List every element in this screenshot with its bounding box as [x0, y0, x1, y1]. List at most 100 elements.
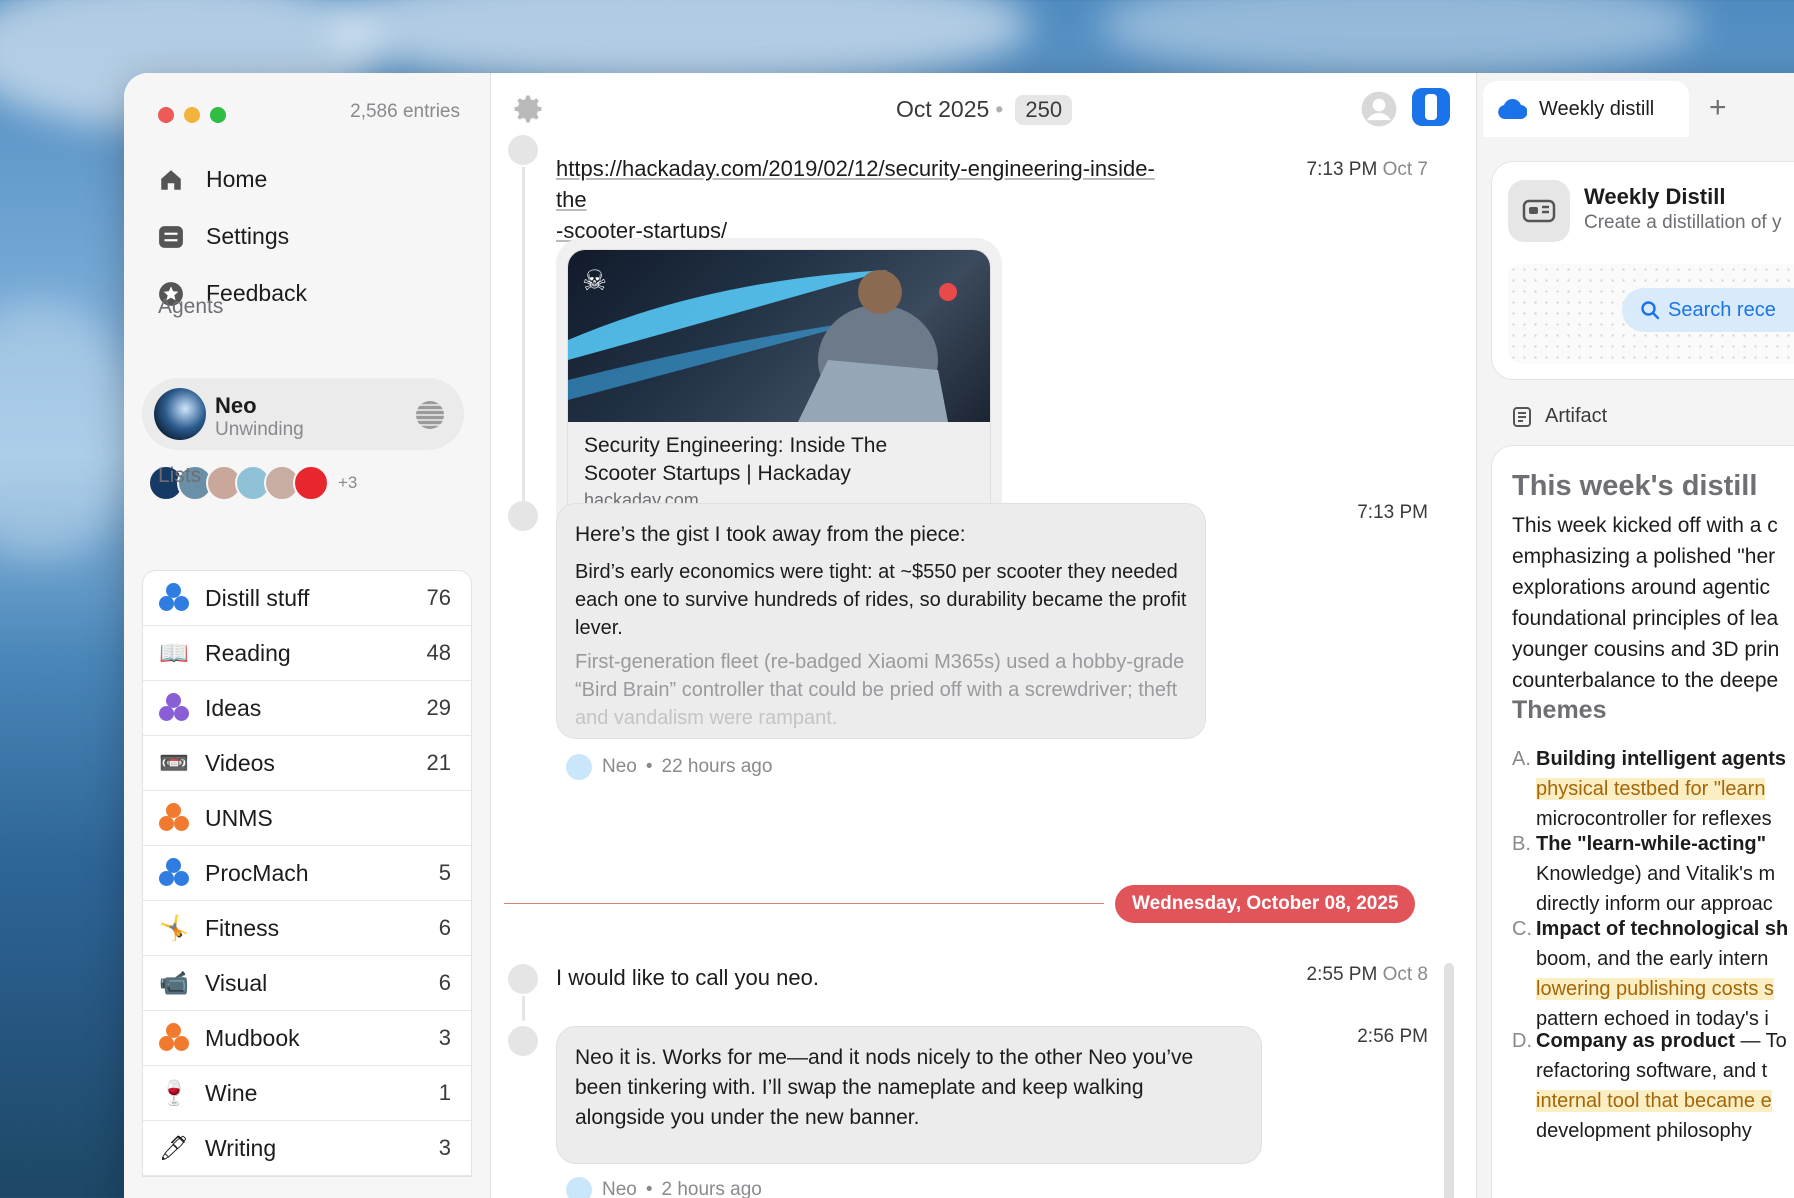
message-meta: Neo • 22 hours ago	[566, 754, 772, 780]
more-agents-count[interactable]: +3	[338, 473, 357, 493]
paragraph-line: “Bird Brain” controller that could be pr…	[575, 679, 1178, 701]
timeline-line	[522, 996, 525, 1021]
scrollbar[interactable]	[1444, 963, 1454, 1198]
purple-dots-icon	[157, 691, 191, 725]
nav-home[interactable]: Home	[158, 151, 307, 208]
cloud-icon	[1498, 99, 1527, 120]
list-item-unms[interactable]: UNMS	[143, 791, 471, 846]
search-label: Search rece	[1668, 298, 1776, 321]
videocassette-icon: 📼	[159, 749, 189, 777]
author-name: Neo	[602, 756, 637, 777]
right-panel: Weekly distill + Weekly Distill Create a…	[1476, 73, 1794, 1198]
time-text: 7:13 PM	[1306, 159, 1378, 180]
agent-neo[interactable]: Neo Unwinding	[142, 378, 464, 450]
app-window: 2,586 entries Home Settings Feedback Age…	[124, 73, 1794, 1198]
panel-toggle-button[interactable]	[1412, 88, 1450, 126]
list-item-mudbook[interactable]: Mudbook 3	[143, 1011, 471, 1066]
theme-item: A. Building intelligent agents physical …	[1512, 744, 1794, 834]
profile-icon[interactable]	[1360, 90, 1398, 128]
list-count: 21	[426, 750, 451, 775]
chat-count-badge: 250	[1015, 95, 1073, 125]
author-name: Neo	[602, 1179, 637, 1198]
orange-dots-icon	[157, 1021, 191, 1055]
message-time: 2:55 PM Oct 8	[1307, 964, 1428, 986]
preview-image: ☠	[568, 250, 990, 422]
time-text: 2:55 PM	[1306, 964, 1378, 985]
theme-title: Company as product	[1536, 1030, 1735, 1052]
list-count: 3	[438, 1135, 451, 1160]
list-item-visual[interactable]: 📹 Visual 6	[143, 956, 471, 1011]
list-count: 3	[438, 1025, 451, 1050]
minimize-window-button[interactable]	[184, 107, 200, 123]
list-label: Writing	[205, 1134, 277, 1161]
avatar[interactable]	[293, 465, 329, 501]
message-line: alongside you under the new banner.	[575, 1106, 920, 1129]
nav-settings[interactable]: Settings	[158, 208, 307, 265]
artifact-text: Artifact	[1545, 405, 1608, 427]
list-item-reading[interactable]: 📖 Reading 48	[143, 626, 471, 681]
message-paragraph-faded: First-generation fleet (re-badged Xiaomi…	[575, 648, 1187, 732]
theme-item: B. The "learn-while-acting" Knowledge) a…	[1512, 829, 1794, 919]
mailbox-icon	[1508, 180, 1570, 242]
list-item-writing[interactable]: 🖊 Writing 3	[143, 1121, 471, 1176]
preview-illustration: ☠	[568, 264, 957, 422]
list-item-videos[interactable]: 📼 Videos 21	[143, 736, 471, 791]
theme-marker: B.	[1512, 833, 1531, 855]
theme-highlight: lowering publishing costs s	[1536, 978, 1774, 1000]
home-icon	[161, 169, 181, 190]
list-count: 1	[438, 1080, 451, 1105]
agents-heading: Agents	[158, 295, 224, 318]
link-preview-card[interactable]: ☠ Security Engineering: Inside The Scoote…	[556, 238, 1002, 539]
theme-line: refactoring software, and t	[1536, 1060, 1768, 1082]
timeline-dot	[508, 964, 538, 994]
user-message[interactable]: I would like to call you neo.	[556, 962, 819, 993]
chat-month: Oct 2025	[895, 96, 990, 122]
blue-dots-icon	[157, 581, 191, 615]
sidebar-toggle-icon	[1425, 94, 1437, 120]
zoom-window-button[interactable]	[210, 107, 226, 123]
date-divider: Wednesday, October 08, 2025	[1115, 885, 1416, 923]
timeline-dot	[508, 1026, 538, 1056]
assistant-message[interactable]: Here’s the gist I took away from the pie…	[556, 503, 1206, 739]
assistant-message[interactable]: Neo it is. Works for me—and it nods nice…	[556, 1026, 1262, 1164]
preview-title: Security Engineering: Inside The Scooter …	[568, 422, 990, 488]
link-line[interactable]: https://hackaday.com/2019/02/12/security…	[556, 153, 1176, 215]
tab-label: Weekly distill	[1539, 97, 1655, 120]
camera-icon: 📹	[159, 969, 189, 997]
list-label: Mudbook	[205, 1024, 300, 1051]
cartwheel-icon: 🤸	[159, 914, 189, 942]
list-item-distill-stuff[interactable]: Distill stuff 76	[143, 571, 471, 626]
tab-weekly-distill[interactable]: Weekly distill	[1483, 81, 1689, 137]
time-text: 2:56 PM	[1357, 1026, 1428, 1047]
orange-dots-icon	[157, 801, 191, 835]
blue-dots-icon	[157, 856, 191, 890]
list-label: Ideas	[205, 694, 262, 721]
paragraph-line: each one to survive hundreds of rides, s…	[575, 589, 1187, 611]
theme-line: development philosophy	[1536, 1120, 1752, 1142]
list-item-fitness[interactable]: 🤸 Fitness 6	[143, 901, 471, 956]
theme-item: D. Company as product — To refactoring s…	[1512, 1026, 1794, 1146]
list-item-wine[interactable]: 🍷 Wine 1	[143, 1066, 471, 1121]
artifact-document[interactable]: This week's distill This week kicked off…	[1491, 445, 1794, 1198]
nav-settings-label: Settings	[206, 223, 290, 249]
date-text: Oct 7	[1382, 159, 1428, 180]
date-text: Oct 8	[1382, 964, 1428, 985]
list-label: UNMS	[205, 804, 273, 831]
list-item-procmach[interactable]: ProcMach 5	[143, 846, 471, 901]
new-tab-button[interactable]: +	[1709, 91, 1727, 125]
list-count: 76	[426, 585, 451, 610]
close-window-button[interactable]	[158, 107, 174, 123]
theme-title: Impact of technological sh	[1536, 918, 1789, 940]
list-item-ideas[interactable]: Ideas 29	[143, 681, 471, 736]
preview-title-line: Security Engineering: Inside The	[584, 434, 888, 457]
paragraph-line: younger cousins and 3D prin	[1512, 638, 1780, 661]
message-time: 7:13 PM	[1357, 502, 1428, 524]
search-recent-button[interactable]: Search rece	[1622, 288, 1794, 332]
chat-pane: Oct 2025 • 250 https://hackaday.com/2019/0…	[492, 73, 1476, 1198]
user-link-message[interactable]: https://hackaday.com/2019/02/12/security…	[556, 153, 1176, 246]
paragraph-line: This week kicked off with a c	[1512, 514, 1778, 537]
relative-time: 22 hours ago	[661, 756, 773, 777]
paragraph-line: First-generation fleet (re-badged Xiaomi…	[575, 651, 1185, 673]
theme-title: The "learn-while-acting"	[1536, 833, 1767, 855]
list-count: 5	[438, 860, 451, 885]
